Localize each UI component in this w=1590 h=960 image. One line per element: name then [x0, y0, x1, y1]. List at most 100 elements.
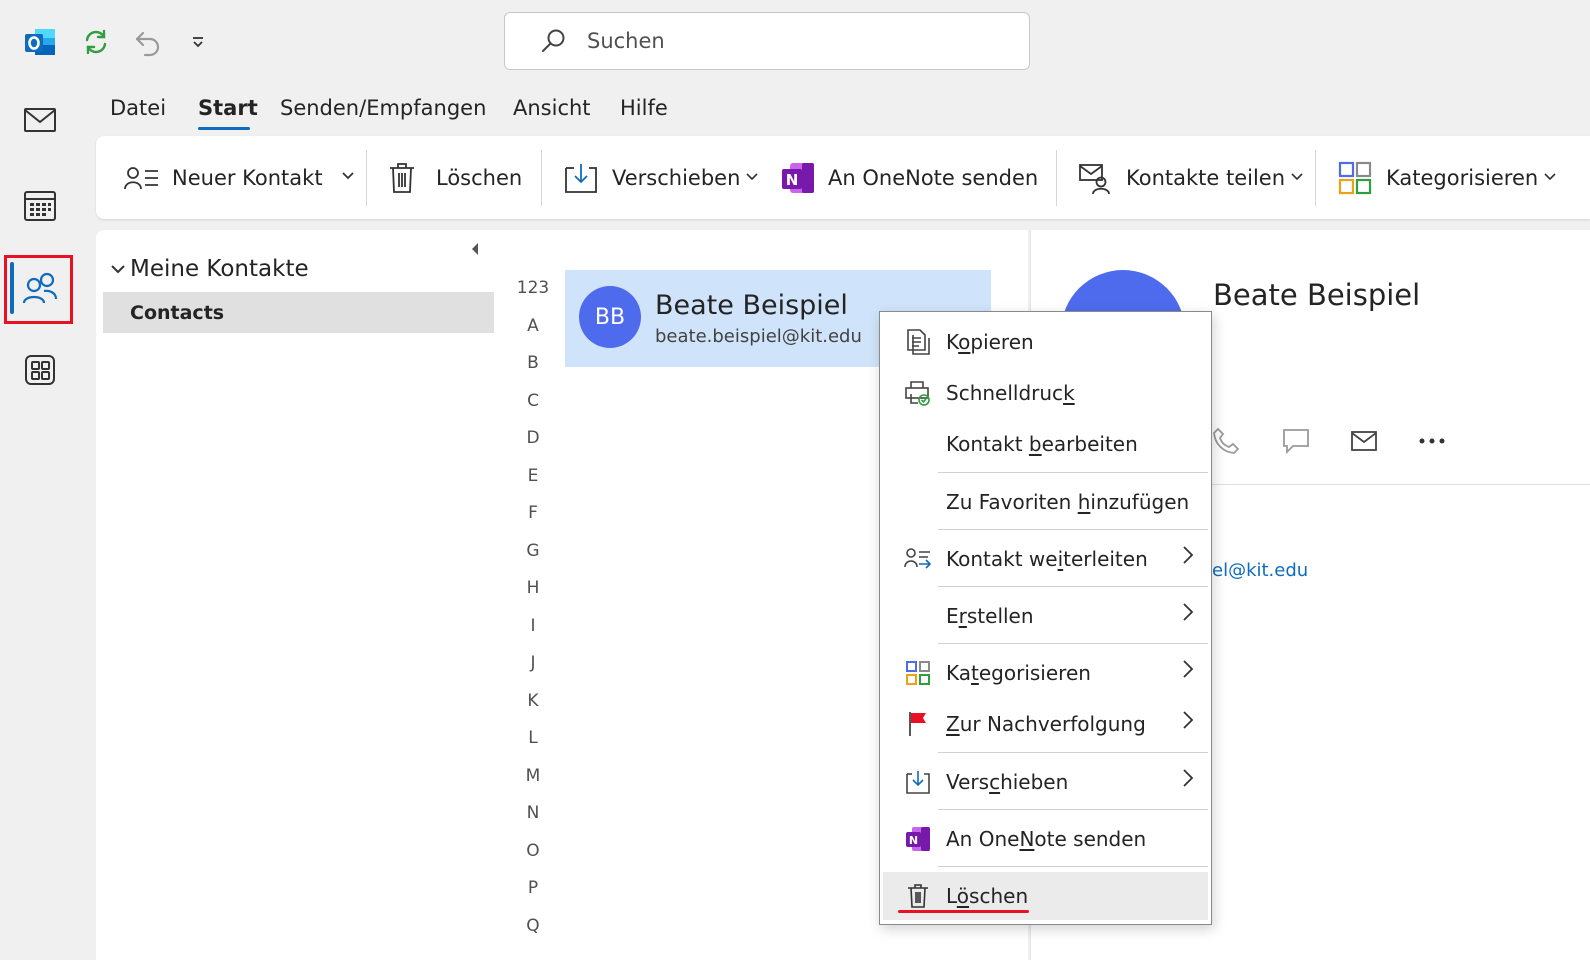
share-contacts-dropdown-icon[interactable]	[1291, 170, 1303, 185]
alpha-index[interactable]: O	[500, 841, 566, 861]
menu-accelerator: o	[958, 330, 971, 354]
mail-nav-button[interactable]	[8, 90, 72, 154]
menu-label: ote senden	[1034, 827, 1147, 851]
svg-text:N: N	[909, 834, 918, 847]
move-icon	[903, 767, 933, 797]
mail-icon	[23, 107, 57, 137]
onenote-icon: N	[903, 824, 933, 854]
undo-icon[interactable]	[130, 24, 166, 60]
categorize-dropdown-icon[interactable]	[1544, 170, 1556, 185]
alpha-index[interactable]: N	[500, 803, 566, 823]
alpha-index[interactable]: K	[500, 691, 566, 711]
tab-hilfe[interactable]: Hilfe	[620, 96, 668, 120]
share-contacts-icon	[1078, 161, 1112, 195]
customize-quick-access-icon[interactable]	[180, 24, 216, 60]
menu-label: egorisieren	[978, 661, 1091, 685]
menu-item-move[interactable]: Verschieben	[883, 758, 1208, 806]
alpha-index[interactable]: E	[500, 466, 566, 486]
call-icon[interactable]	[1209, 426, 1243, 456]
chevron-down-icon	[110, 263, 126, 275]
onenote-button[interactable]: N An OneNote senden	[780, 136, 1038, 219]
people-nav-highlight	[4, 255, 73, 324]
menu-label: earbeiten	[1041, 432, 1138, 456]
categorize-icon	[1338, 161, 1372, 195]
new-contact-button[interactable]: Neuer Kontakt	[124, 136, 355, 219]
tab-ansicht[interactable]: Ansicht	[513, 96, 591, 120]
menu-item-forward-contact[interactable]: Kontakt weiterleiten	[883, 535, 1208, 583]
menu-accelerator: t	[971, 661, 979, 685]
move-button[interactable]: Verschieben	[564, 136, 758, 219]
calendar-icon	[23, 188, 57, 226]
alpha-index[interactable]: A	[500, 316, 566, 336]
contact-detail-email[interactable]: iel@kit.edu	[1207, 560, 1308, 581]
folder-item-contacts[interactable]: Contacts	[103, 292, 494, 333]
tab-start[interactable]: Start	[198, 96, 258, 120]
alpha-index[interactable]: I	[500, 616, 566, 636]
menu-accelerator: r	[958, 604, 967, 628]
menu-label: hieben	[1000, 770, 1069, 794]
apps-nav-button[interactable]	[8, 340, 72, 404]
menu-item-onenote[interactable]: N An OneNote senden	[883, 815, 1208, 863]
ribbon-separator	[1056, 150, 1057, 206]
menu-accelerator: k	[1063, 381, 1075, 405]
share-contacts-button[interactable]: Kontakte teilen	[1078, 136, 1303, 219]
move-icon	[564, 162, 598, 194]
menu-item-quick-print[interactable]: Schnelldruck	[883, 369, 1208, 417]
forward-contact-icon	[903, 544, 933, 574]
categorize-button[interactable]: Kategorisieren	[1338, 136, 1556, 219]
folder-pane: Meine Kontakte Contacts	[96, 230, 500, 960]
alpha-index[interactable]: J	[500, 653, 566, 673]
chevron-right-icon	[1182, 710, 1194, 735]
chat-icon[interactable]	[1279, 426, 1313, 456]
menu-label: inzufügen	[1090, 490, 1190, 514]
alpha-index[interactable]: G	[500, 541, 566, 561]
alpha-index[interactable]: C	[500, 391, 566, 411]
delete-label: Löschen	[436, 165, 523, 190]
alpha-index[interactable]: 123	[500, 278, 566, 298]
menu-separator	[938, 752, 1208, 753]
sync-icon[interactable]	[78, 24, 114, 60]
alpha-index[interactable]: Q	[500, 916, 566, 936]
more-options-icon[interactable]	[1415, 426, 1449, 456]
menu-item-follow-up[interactable]: Zur Nachverfolgung	[883, 700, 1208, 748]
active-tab-underline	[198, 127, 250, 130]
tab-senden-empfangen[interactable]: Senden/Empfangen	[280, 96, 486, 120]
menu-label: Ka	[946, 661, 972, 685]
contact-email: beate.beispiel@kit.edu	[655, 326, 862, 347]
ribbon-separator	[541, 150, 542, 206]
menu-item-create[interactable]: Erstellen	[883, 592, 1208, 640]
delete-button[interactable]: Löschen	[388, 136, 522, 219]
alpha-index[interactable]: B	[500, 353, 566, 373]
folder-group-my-contacts[interactable]: Meine Kontakte	[110, 256, 309, 282]
menu-accelerator: Z	[946, 712, 960, 736]
menu-label: ur Nachverfolgung	[959, 712, 1146, 736]
onenote-icon: N	[780, 161, 816, 195]
collapse-pane-icon[interactable]	[470, 242, 480, 260]
menu-accelerator: h	[1077, 490, 1091, 514]
alpha-index[interactable]: L	[500, 728, 566, 748]
apps-icon	[24, 354, 56, 390]
menu-label: L	[946, 884, 957, 908]
chevron-right-icon	[1182, 659, 1194, 684]
menu-item-edit-contact[interactable]: Kontakt bearbeiten	[883, 420, 1208, 468]
menu-label: An One	[946, 827, 1020, 851]
alpha-index[interactable]: D	[500, 428, 566, 448]
alpha-index[interactable]: H	[500, 578, 566, 598]
calendar-nav-button[interactable]	[8, 175, 72, 239]
menu-item-categorize[interactable]: Kategorisieren	[883, 649, 1208, 697]
new-contact-dropdown-icon[interactable]	[341, 170, 355, 185]
menu-accelerator: b	[1028, 432, 1042, 456]
email-icon[interactable]	[1347, 426, 1381, 456]
menu-separator	[938, 643, 1208, 644]
tab-datei[interactable]: Datei	[110, 96, 166, 120]
menu-item-copy[interactable]: Kopieren	[883, 318, 1208, 366]
alpha-index[interactable]: P	[500, 878, 566, 898]
search-box[interactable]: Suchen	[504, 12, 1030, 70]
menu-item-add-favorites[interactable]: Zu Favoriten hinzufügen	[883, 478, 1208, 526]
alpha-index[interactable]: M	[500, 766, 566, 786]
alpha-index[interactable]: F	[500, 503, 566, 523]
move-dropdown-icon[interactable]	[746, 170, 758, 185]
categorize-label: Kategorisieren	[1386, 165, 1539, 190]
new-contact-icon	[124, 165, 160, 191]
svg-text:N: N	[786, 171, 799, 189]
